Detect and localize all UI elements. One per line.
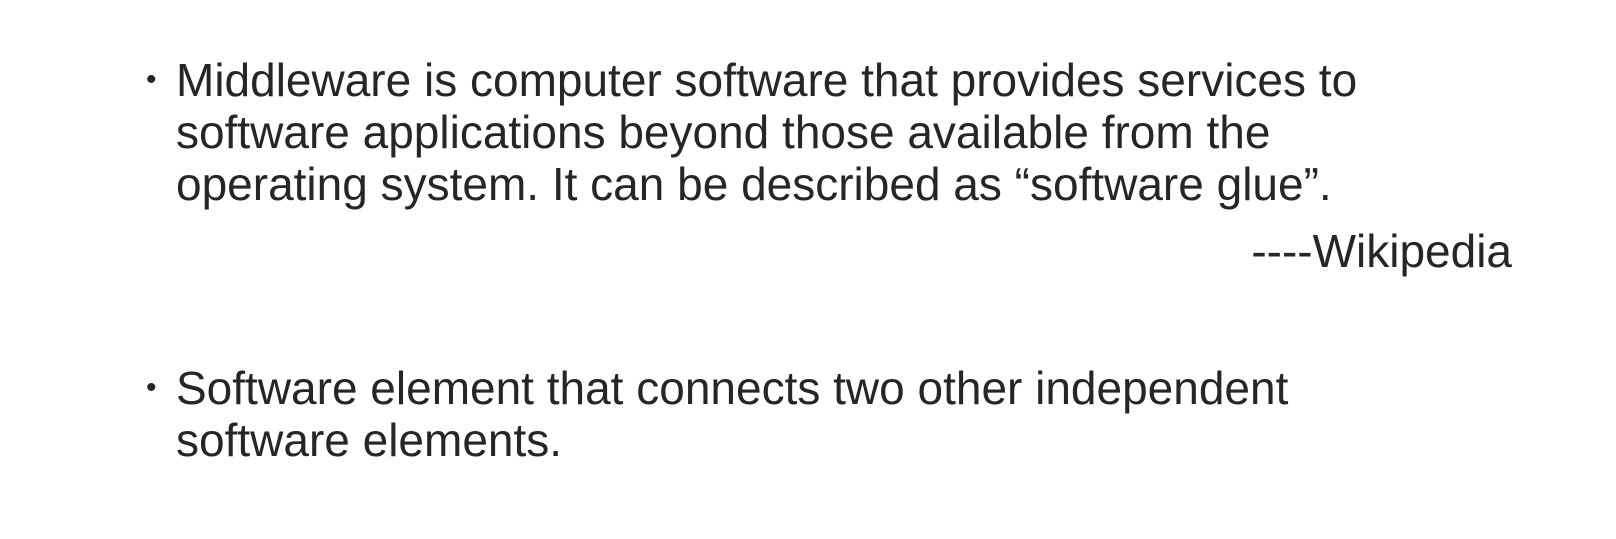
attribution-source: ----Wikipedia — [1251, 225, 1512, 277]
bullet-text-software-element: Software element that connects two other… — [176, 362, 1288, 466]
bullet-line: software elements. — [176, 414, 563, 466]
bullet-line: operating system. It can be described as… — [176, 158, 1332, 210]
bullet-line: Middleware is computer software that pro… — [176, 54, 1358, 106]
bullet-dot: • — [146, 371, 157, 404]
slide: • Middleware is computer software that p… — [0, 0, 1616, 539]
bullet-line: Software element that connects two other… — [176, 362, 1289, 414]
bullet-line: software applications beyond those avail… — [176, 106, 1271, 158]
bullet-item-software-element: • Software element that connects two oth… — [146, 362, 1288, 466]
bullet-item-definition: • Middleware is computer software that p… — [146, 54, 1357, 210]
bullet-dot: • — [146, 63, 157, 96]
bullet-text-definition: Middleware is computer software that pro… — [176, 54, 1357, 210]
